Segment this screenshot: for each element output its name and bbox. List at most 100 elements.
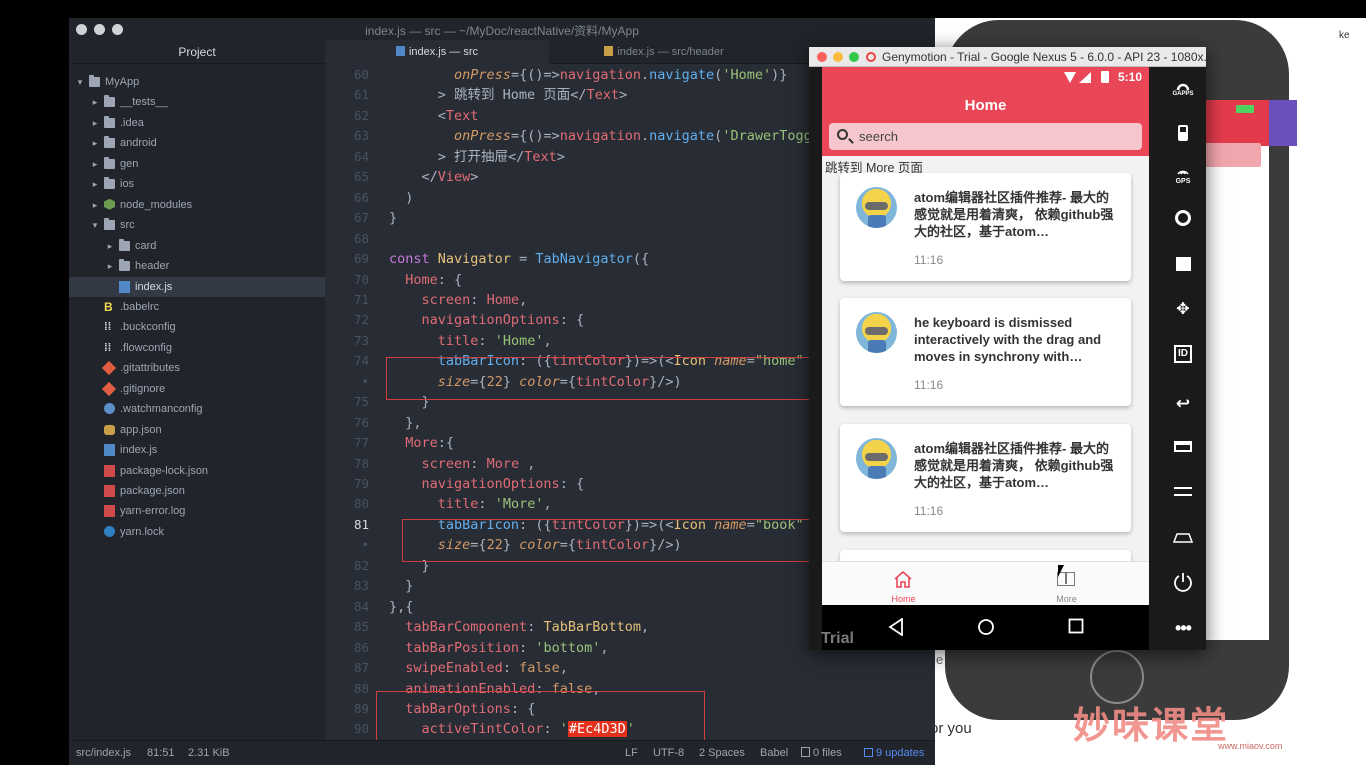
tree-item[interactable]: ▸ header xyxy=(69,256,325,276)
js-file-icon xyxy=(119,280,130,293)
search-input[interactable]: seerch xyxy=(829,123,1142,150)
camera-icon[interactable] xyxy=(1160,210,1206,229)
line-number: 63 xyxy=(353,128,369,144)
cfg-file-icon: ⁞⁞ xyxy=(104,341,112,354)
chevron-right-icon[interactable]: ▸ xyxy=(105,256,115,276)
dpad-icon[interactable]: ✥ xyxy=(1160,299,1206,319)
tree-item[interactable]: .watchmanconfig xyxy=(69,399,325,419)
line-number: 82 xyxy=(353,557,369,573)
tab-more[interactable]: More xyxy=(985,562,1148,605)
tree-item[interactable]: ▾ src xyxy=(69,215,325,235)
gps-icon[interactable]: GPS xyxy=(1160,166,1206,185)
project-tree-panel: Project ▾ MyApp ▸ __tests__ ▸ .idea ▸ android ▸ g… xyxy=(69,40,325,740)
home-icon[interactable] xyxy=(977,618,995,636)
json-file-icon xyxy=(104,464,115,477)
chevron-right-icon[interactable]: ▸ xyxy=(90,113,100,133)
more-icon[interactable]: ••• xyxy=(1160,618,1206,639)
chevron-right-icon[interactable]: ▸ xyxy=(90,174,100,194)
chevron-down-icon[interactable]: ▾ xyxy=(75,72,85,92)
close-window-button[interactable] xyxy=(817,52,827,62)
highlight-box-home-icon xyxy=(386,357,821,400)
chevron-right-icon[interactable]: ▸ xyxy=(105,236,115,256)
chevron-right-icon[interactable]: ▸ xyxy=(90,92,100,112)
status-updates[interactable]: 9 updates xyxy=(864,741,924,765)
tree-item[interactable]: ▸ __tests__ xyxy=(69,92,325,112)
android-status-bar: 5:10 xyxy=(822,67,1149,89)
minimize-window-button[interactable] xyxy=(833,52,843,62)
code-text: > 跳转到 Home 页面</Text> xyxy=(437,87,628,104)
list-item[interactable]: atom编辑器社区插件推荐- 最大的 感觉就是用着清爽， 依赖github强大的… xyxy=(840,424,1131,532)
status-line-ending[interactable]: LF xyxy=(625,741,638,765)
list-item[interactable]: he keyboard is dismissed interactively w… xyxy=(840,298,1131,406)
tree-item-label: .gitignore xyxy=(120,382,166,395)
tree-item-label: .buckconfig xyxy=(120,321,176,334)
chevron-down-icon[interactable]: ▾ xyxy=(90,215,100,235)
js-file-icon xyxy=(104,444,115,457)
tree-item[interactable]: B .babelrc xyxy=(69,297,325,317)
back-icon[interactable] xyxy=(888,618,904,636)
recent-apps-icon[interactable] xyxy=(1160,441,1206,455)
card-text: atom编辑器社区插件推荐- 最大的 感觉就是用着清爽， 依赖github强大的… xyxy=(914,441,1114,490)
battery-icon[interactable] xyxy=(1160,125,1206,144)
line-number: 68 xyxy=(353,230,369,246)
tree-item[interactable]: .gitattributes xyxy=(69,358,325,378)
line-number: 88 xyxy=(353,680,369,696)
tab-index-src-header[interactable]: index.js — src/header xyxy=(549,40,779,64)
db-file-icon xyxy=(104,424,115,435)
code-text: screen: Home, xyxy=(421,291,528,308)
tree-item-label: .gitattributes xyxy=(120,362,180,375)
tab-label: index.js — src xyxy=(408,46,479,58)
zoom-window-button[interactable] xyxy=(849,52,859,62)
home-icon[interactable] xyxy=(1160,531,1206,546)
tree-item[interactable]: .gitignore xyxy=(69,379,325,399)
gapps-icon[interactable]: GAPPS xyxy=(1160,81,1206,97)
tree-item[interactable]: ▸ android xyxy=(69,133,325,153)
line-number: 65 xyxy=(353,169,369,185)
tree-item[interactable]: ⁞⁞ .buckconfig xyxy=(69,317,325,337)
tree-item[interactable]: ▸ node_modules xyxy=(69,195,325,215)
tree-item-label: android xyxy=(120,137,157,150)
id-icon[interactable]: ID xyxy=(1160,345,1206,363)
tree-item-label: yarn.lock xyxy=(120,525,165,538)
status-file-size: 2.31 KiB xyxy=(188,747,230,759)
status-cursor-position[interactable]: 81:51 xyxy=(147,741,175,765)
tree-item[interactable]: ▸ .idea xyxy=(69,113,325,133)
status-file-path[interactable]: src/index.js xyxy=(76,741,131,765)
tree-item-label: MyApp xyxy=(105,76,140,88)
tree-item[interactable]: package.json xyxy=(69,481,325,501)
back-icon[interactable]: ↩ xyxy=(1160,394,1206,414)
chevron-right-icon[interactable]: ▸ xyxy=(90,133,100,153)
tree-item[interactable]: index.js xyxy=(69,276,325,297)
tree-item[interactable]: app.json xyxy=(69,420,325,440)
recent-apps-icon[interactable] xyxy=(1068,618,1084,634)
tree-item[interactable]: yarn.lock xyxy=(69,522,325,542)
tree-item[interactable]: ▸ card xyxy=(69,236,325,256)
tree-item[interactable]: ⁞⁞ .flowconfig xyxy=(69,338,325,358)
yarn-file-icon xyxy=(104,525,115,537)
tree-item[interactable]: ▸ gen xyxy=(69,154,325,174)
status-indent[interactable]: 2 Spaces xyxy=(699,741,745,765)
media-icon[interactable] xyxy=(1160,257,1206,274)
line-number: 89 xyxy=(353,700,369,716)
code-line[interactable]: 87 swipeEnabled: false, xyxy=(325,658,935,678)
tree-item[interactable]: ▸ ios xyxy=(69,174,325,194)
tree-item-label: .idea xyxy=(120,116,144,129)
list-item[interactable]: atom编辑器社区插件推荐- 最大的 感觉就是用着清爽， 依赖github强大的… xyxy=(840,173,1131,281)
status-files[interactable]: 0 files xyxy=(801,741,842,765)
status-grammar[interactable]: Babel xyxy=(760,741,788,765)
chevron-right-icon[interactable]: ▸ xyxy=(90,154,100,174)
line-number: 80 xyxy=(353,496,369,512)
tree-item[interactable]: index.js xyxy=(69,440,325,460)
tree-item-label: ios xyxy=(120,178,135,191)
menu-icon[interactable] xyxy=(1160,487,1206,499)
tab-home[interactable]: Home xyxy=(822,562,985,605)
tree-item[interactable]: yarn-error.log xyxy=(69,501,325,521)
app-header: Home seerch xyxy=(822,89,1149,156)
tab-index-src[interactable]: index.js — src xyxy=(325,40,549,64)
tree-item[interactable]: package-lock.json xyxy=(69,461,325,481)
status-encoding[interactable]: UTF-8 xyxy=(653,741,684,765)
power-icon[interactable] xyxy=(1160,572,1206,595)
code-text: More:{ xyxy=(405,435,455,452)
tree-item[interactable]: ▾ MyApp xyxy=(69,72,325,92)
chevron-right-icon[interactable]: ▸ xyxy=(90,195,100,215)
